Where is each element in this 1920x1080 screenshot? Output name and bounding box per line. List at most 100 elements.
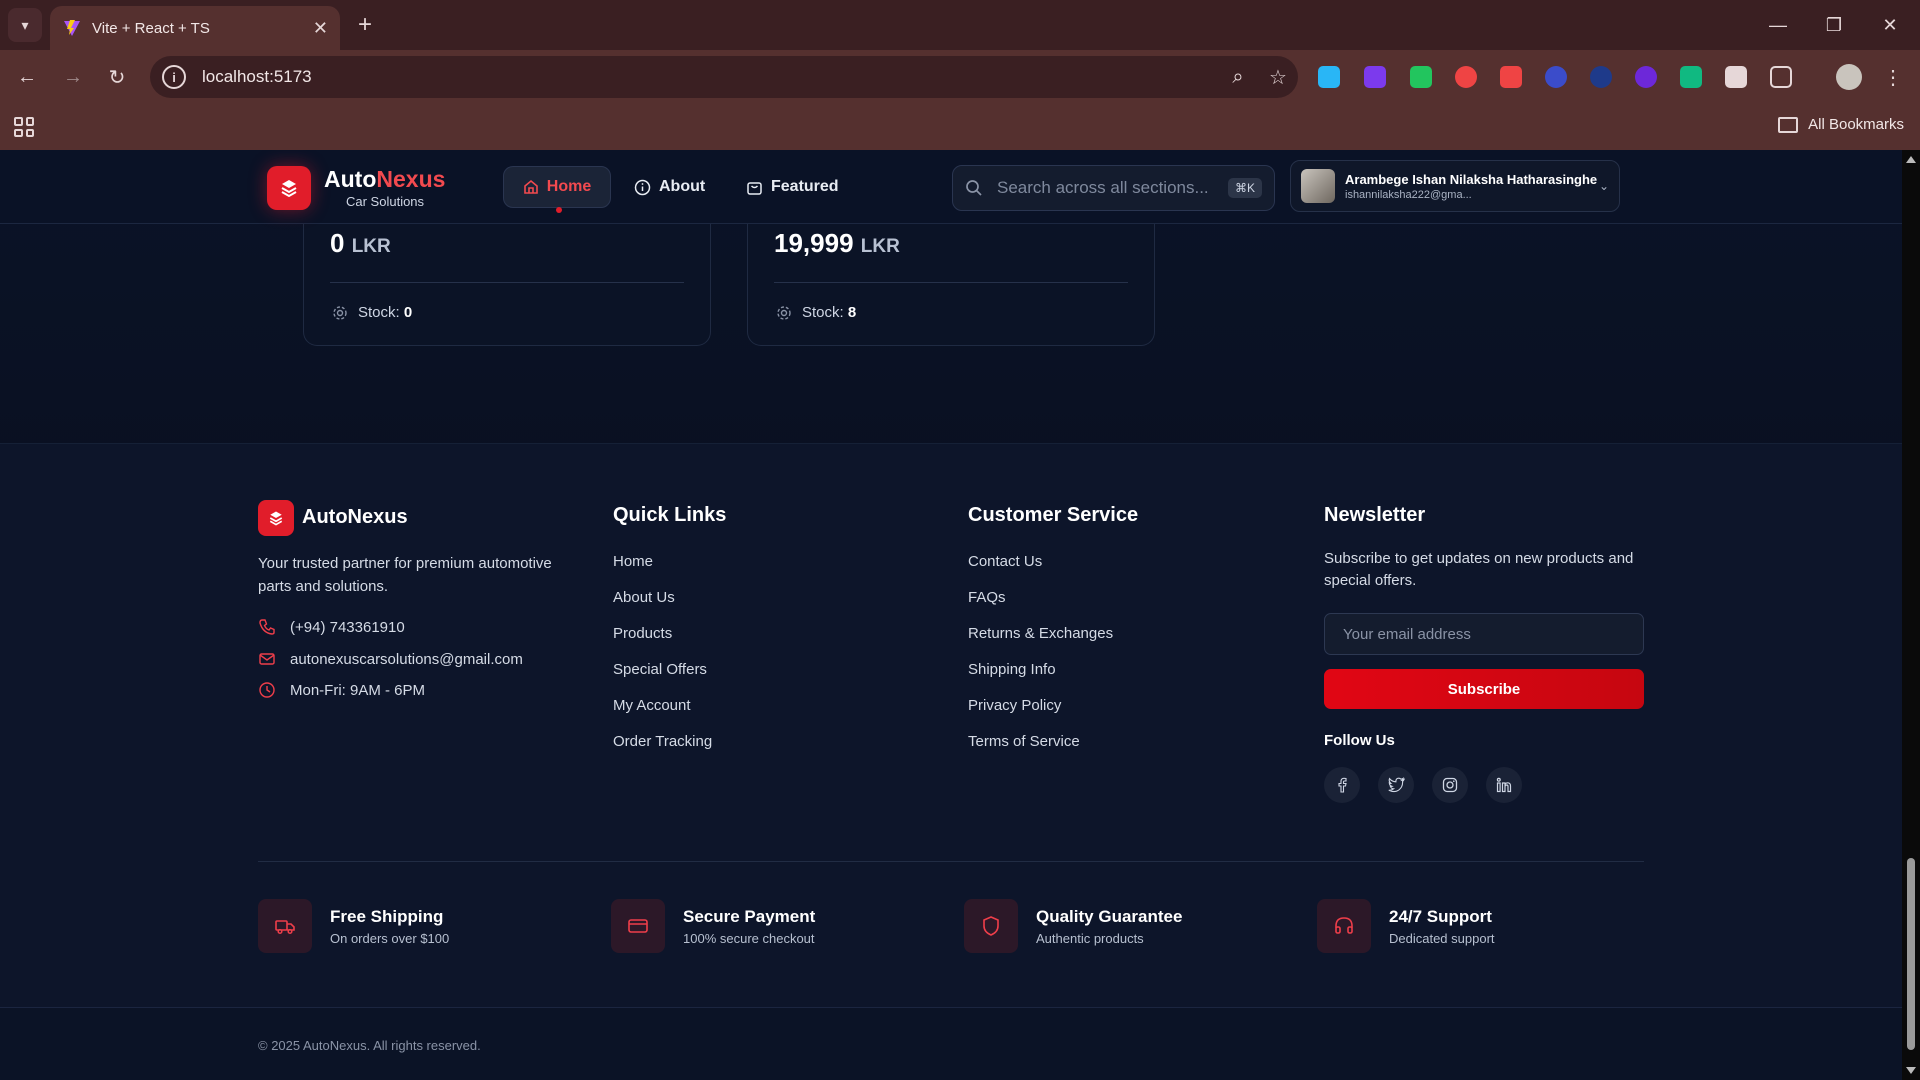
vite-favicon-icon [64,20,80,36]
facebook-icon[interactable] [1324,767,1360,803]
footer-link-returns[interactable]: Returns & Exchanges [968,624,1113,660]
logo-icon[interactable] [267,166,311,210]
feature-subtitle: Dedicated support [1389,930,1495,946]
feature-title: Quality Guarantee [1036,906,1183,926]
scrollbar-thumb[interactable] [1907,858,1915,1050]
page-scrollbar[interactable] [1902,150,1920,1080]
reload-button[interactable]: ↻ [100,60,134,94]
extension-shield-icon[interactable] [1410,66,1432,88]
new-tab-button[interactable]: + [350,10,380,40]
footer-link-home[interactable]: Home [613,552,712,588]
nav-about-label: About [659,178,706,195]
stock-label: Stock: [358,304,400,321]
page-viewport: AutoNexus Car Solutions Home About Featu… [0,150,1902,1080]
price-currency: LKR [351,236,391,257]
url-text[interactable]: localhost:5173 [202,67,1218,87]
user-email: ishannilaksha222@gma... [1345,188,1472,201]
stock-label: Stock: [802,304,844,321]
shield-icon [964,899,1018,953]
extension-1-icon[interactable] [1318,66,1340,88]
close-tab-icon[interactable]: ✕ [313,18,328,39]
all-bookmarks-button[interactable]: All Bookmarks [1778,116,1904,133]
credit-card-icon [611,899,665,953]
extension-2-icon[interactable] [1364,66,1386,88]
nav-featured-link[interactable]: Featured [746,166,839,208]
subscribe-button[interactable]: Subscribe [1324,669,1644,709]
profile-avatar[interactable] [1836,64,1862,90]
nav-about-link[interactable]: About [634,166,705,208]
feature-title: Free Shipping [330,906,444,926]
search-icon [966,180,982,196]
nav-featured-label: Featured [771,178,839,195]
extension-7-icon[interactable] [1590,66,1612,88]
footer-link-terms[interactable]: Terms of Service [968,732,1113,768]
reading-list-icon[interactable] [1725,66,1747,88]
user-menu-button[interactable]: Arambege Ishan Nilaksha Hatharasinghe is… [1290,160,1620,212]
product-price: 0 LKR [330,228,391,259]
browser-tab[interactable]: Vite + React + TS ✕ [50,6,340,50]
footer-divider [258,861,1644,862]
footer-link-order-tracking[interactable]: Order Tracking [613,732,712,768]
footer-hours: Mon-Fri: 9AM - 6PM [258,681,425,699]
feature-title: 24/7 Support [1389,906,1492,926]
price-value: 19,999 [774,228,854,258]
tab-search-button[interactable]: ▾ [8,8,42,42]
home-icon [523,179,538,194]
linkedin-icon[interactable] [1486,767,1522,803]
shopping-bag-icon [747,181,762,195]
footer-link-special-offers[interactable]: Special Offers [613,660,712,696]
global-search-input[interactable]: Search across all sections... ⌘K [952,165,1275,211]
feature-title: Secure Payment [683,906,816,926]
back-button[interactable]: ← [10,60,44,94]
zoom-icon[interactable]: ⌕ [1218,66,1258,89]
footer-email-text[interactable]: autonexuscarsolutions@gmail.com [290,651,523,668]
extension-6-icon[interactable] [1545,66,1567,88]
truck-icon [258,899,312,953]
restore-window-button[interactable]: ❐ [1814,8,1854,42]
footer-phone-text: (+94) 743361910 [290,618,405,636]
brand-logo[interactable]: AutoNexus Car Solutions [324,166,445,209]
feature-support: 24/7 Support Dedicated support [1317,899,1495,953]
address-bar[interactable]: i localhost:5173 ⌕ ☆ [150,56,1298,98]
footer-link-faqs[interactable]: FAQs [968,588,1113,624]
extension-9-icon[interactable] [1680,66,1702,88]
brand-name-second: Nexus [376,166,446,192]
footer-logo-icon[interactable] [258,500,294,536]
footer-link-about-us[interactable]: About Us [613,588,712,624]
site-info-icon[interactable]: i [162,65,186,89]
extension-pocket-icon[interactable] [1500,66,1522,88]
bookmark-star-icon[interactable]: ☆ [1258,65,1298,90]
twitter-icon[interactable] [1378,767,1414,803]
follow-us-label: Follow Us [1324,732,1395,749]
instagram-icon[interactable] [1432,767,1468,803]
nav-home-button[interactable]: Home [503,166,611,213]
footer-link-contact-us[interactable]: Contact Us [968,552,1113,588]
scroll-up-arrow-icon[interactable] [1906,156,1916,163]
extensions-puzzle-icon[interactable] [1770,66,1792,88]
footer-link-privacy-policy[interactable]: Privacy Policy [968,696,1113,732]
bookmarks-bar: All Bookmarks [0,104,1920,150]
phone-icon [259,619,275,635]
headphones-icon [1317,899,1371,953]
footer-description: Your trusted partner for premium automot… [258,555,552,595]
extension-8-icon[interactable] [1635,66,1657,88]
footer-link-my-account[interactable]: My Account [613,696,712,732]
user-name: Arambege Ishan Nilaksha Hatharasinghe [1345,171,1598,187]
newsletter-email-input[interactable] [1324,613,1644,655]
footer-link-products[interactable]: Products [613,624,712,660]
extension-hand-icon[interactable] [1455,66,1477,88]
forward-button[interactable]: → [56,60,90,94]
scroll-down-arrow-icon[interactable] [1906,1067,1916,1074]
close-window-button[interactable]: ✕ [1870,8,1910,42]
feature-subtitle: Authentic products [1036,930,1144,946]
brand-subtitle: Car Solutions [346,194,425,209]
price-value: 0 [330,228,345,258]
folder-icon [1778,116,1799,133]
copyright-text: © 2025 AutoNexus. All rights reserved. [258,1038,481,1053]
footer-brand: AutoNexus [302,506,408,528]
footer-link-shipping-info[interactable]: Shipping Info [968,660,1113,696]
minimize-window-button[interactable]: — [1758,8,1798,42]
browser-menu-icon[interactable]: ⋮ [1876,60,1910,94]
gear-icon [333,305,347,320]
apps-grid-icon[interactable] [14,117,34,137]
